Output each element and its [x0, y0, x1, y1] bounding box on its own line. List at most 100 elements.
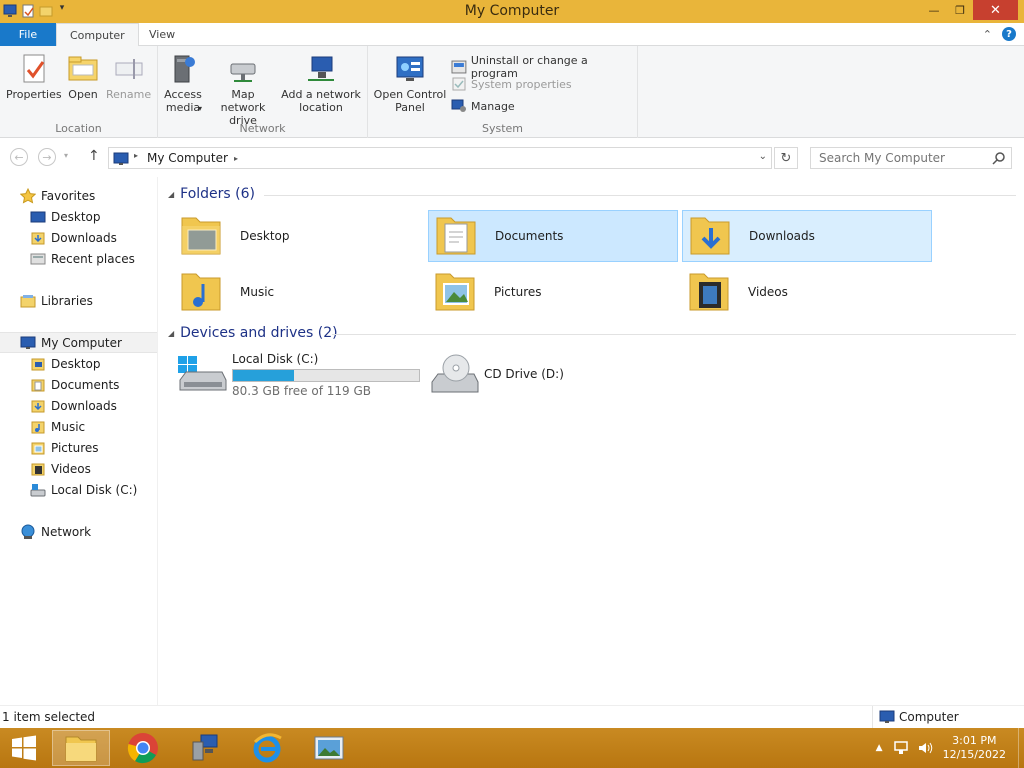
breadcrumb-separator-icon[interactable]: ▸: [134, 151, 138, 160]
taskbar-chrome[interactable]: [114, 730, 172, 766]
disk-usage-fill: [233, 370, 295, 381]
clock-date: 12/15/2022: [942, 748, 1006, 761]
folder-pictures[interactable]: Pictures: [428, 266, 678, 318]
rename-icon: [115, 59, 143, 79]
collapse-triangle-icon[interactable]: ◢: [168, 329, 174, 338]
rename-button[interactable]: Rename: [106, 52, 151, 101]
clock-time: 3:01 PM: [952, 734, 997, 747]
media-server-icon: [174, 55, 195, 83]
status-selection: 1 item selected: [2, 710, 96, 724]
open-button[interactable]: Open: [66, 52, 100, 101]
group-label-network: Network: [239, 122, 286, 135]
group-location: Properties Open Rename Location: [0, 46, 158, 138]
nav-pc-music[interactable]: Music: [0, 416, 157, 437]
show-desktop-button[interactable]: [1018, 728, 1024, 768]
desktop-folder-icon: [31, 358, 45, 370]
file-explorer-icon: [65, 736, 97, 762]
local-disk-name: Local Disk (C:): [232, 352, 319, 366]
folder-videos[interactable]: Videos: [682, 266, 932, 318]
window-title: My Computer: [464, 3, 560, 19]
chrome-icon: [127, 733, 158, 764]
computer-icon: [113, 152, 129, 165]
minimize-button[interactable]: —: [921, 0, 947, 20]
checklist-icon: [452, 77, 466, 91]
nav-libraries[interactable]: Libraries: [0, 290, 157, 311]
back-button[interactable]: ←: [10, 148, 28, 166]
taskbar: ▲ 3:01 PM 12/15/2022: [0, 728, 1024, 768]
refresh-button[interactable]: ↻: [774, 147, 798, 169]
navigation-bar: ← → ▾ ↑ ▸ My Computer ▸ ⌄ ↻: [0, 139, 1024, 176]
search-box[interactable]: [810, 147, 1012, 169]
pictures-folder-icon: [435, 273, 475, 311]
add-network-location-button[interactable]: Add a network location: [280, 52, 362, 114]
recent-places-icon: [30, 253, 46, 264]
section-divider: [332, 334, 1016, 335]
taskbar-file-explorer[interactable]: [52, 730, 110, 766]
up-arrow-icon[interactable]: ↑: [88, 148, 100, 164]
drive-cd[interactable]: CD Drive (D:): [430, 352, 564, 402]
nav-fav-recent-places[interactable]: Recent places: [0, 248, 157, 269]
network-status-icon[interactable]: [893, 740, 909, 756]
local-disk-free-space: 80.3 GB free of 119 GB: [232, 384, 371, 398]
folder-documents[interactable]: Documents: [428, 210, 678, 262]
collapse-triangle-icon[interactable]: ◢: [168, 190, 174, 199]
open-control-panel-button[interactable]: Open Control Panel: [372, 52, 448, 114]
start-button[interactable]: [0, 728, 48, 768]
nav-pc-documents[interactable]: Documents: [0, 374, 157, 395]
manage-button[interactable]: Manage: [451, 98, 515, 114]
help-icon[interactable]: ?: [1002, 27, 1016, 41]
nav-pc-local-disk[interactable]: Local Disk (C:): [0, 479, 157, 500]
documents-folder-icon: [31, 379, 45, 391]
taskbar-network-app[interactable]: [176, 730, 234, 766]
disk-usage-bar: [232, 369, 420, 382]
restore-button[interactable]: ❐: [947, 0, 973, 20]
photo-viewer-icon: [314, 736, 344, 760]
cd-drive-icon: [431, 354, 479, 393]
map-network-drive-button[interactable]: Map network drive: [208, 52, 278, 127]
pictures-folder-icon: [31, 442, 45, 454]
access-media-button[interactable]: Access media ▾: [164, 52, 202, 115]
folder-desktop[interactable]: Desktop: [174, 210, 424, 262]
title-bar: ▾ My Computer — ❐ ✕: [0, 0, 1024, 23]
computer-management-icon: [451, 99, 466, 112]
section-divider: [264, 195, 1016, 196]
recent-locations-icon[interactable]: ▾: [64, 151, 68, 160]
taskbar-photo-viewer[interactable]: [300, 730, 358, 766]
expand-ribbon-icon[interactable]: ⌃: [983, 28, 992, 41]
show-hidden-icons-icon[interactable]: ▲: [876, 743, 883, 753]
system-properties-button[interactable]: System properties: [451, 76, 572, 92]
nav-pc-desktop[interactable]: Desktop: [0, 353, 157, 374]
breadcrumb-chevron-icon[interactable]: ▸: [234, 154, 238, 163]
devices-section-header[interactable]: ◢ Devices and drives (2): [168, 323, 338, 343]
taskbar-clock[interactable]: 3:01 PM 12/15/2022: [943, 734, 1006, 762]
nav-pc-videos[interactable]: Videos: [0, 458, 157, 479]
breadcrumb-my-computer[interactable]: My Computer: [147, 151, 228, 165]
nav-pc-pictures[interactable]: Pictures: [0, 437, 157, 458]
forward-button[interactable]: →: [38, 148, 56, 166]
address-bar[interactable]: ▸ My Computer ▸ ⌄: [108, 147, 772, 169]
nav-fav-downloads[interactable]: Downloads: [0, 227, 157, 248]
nav-favorites[interactable]: Favorites: [0, 185, 157, 206]
nav-my-computer[interactable]: My Computer: [0, 332, 157, 353]
folder-music[interactable]: Music: [174, 266, 424, 318]
tab-file[interactable]: File: [0, 23, 56, 46]
windows-logo-icon: [12, 735, 36, 761]
nav-network[interactable]: Network: [0, 521, 157, 542]
properties-button[interactable]: Properties: [6, 52, 62, 101]
hard-drive-icon: [178, 356, 227, 391]
computer-icon: [879, 710, 895, 723]
taskbar-internet-explorer[interactable]: [238, 730, 296, 766]
network-location-icon: [308, 56, 334, 81]
nav-fav-desktop[interactable]: Desktop: [0, 206, 157, 227]
address-dropdown-icon[interactable]: ⌄: [759, 151, 767, 162]
close-button[interactable]: ✕: [973, 0, 1018, 20]
tab-computer[interactable]: Computer: [56, 23, 139, 47]
desktop-folder-icon: [181, 217, 221, 255]
search-input[interactable]: [819, 151, 989, 165]
tab-view[interactable]: View: [136, 23, 188, 46]
folder-downloads[interactable]: Downloads: [682, 210, 932, 262]
volume-icon[interactable]: [917, 740, 933, 756]
drive-local-disk[interactable]: Local Disk (C:) 80.3 GB free of 119 GB: [178, 352, 420, 402]
nav-pc-downloads[interactable]: Downloads: [0, 395, 157, 416]
folders-section-header[interactable]: ◢ Folders (6): [168, 184, 255, 204]
